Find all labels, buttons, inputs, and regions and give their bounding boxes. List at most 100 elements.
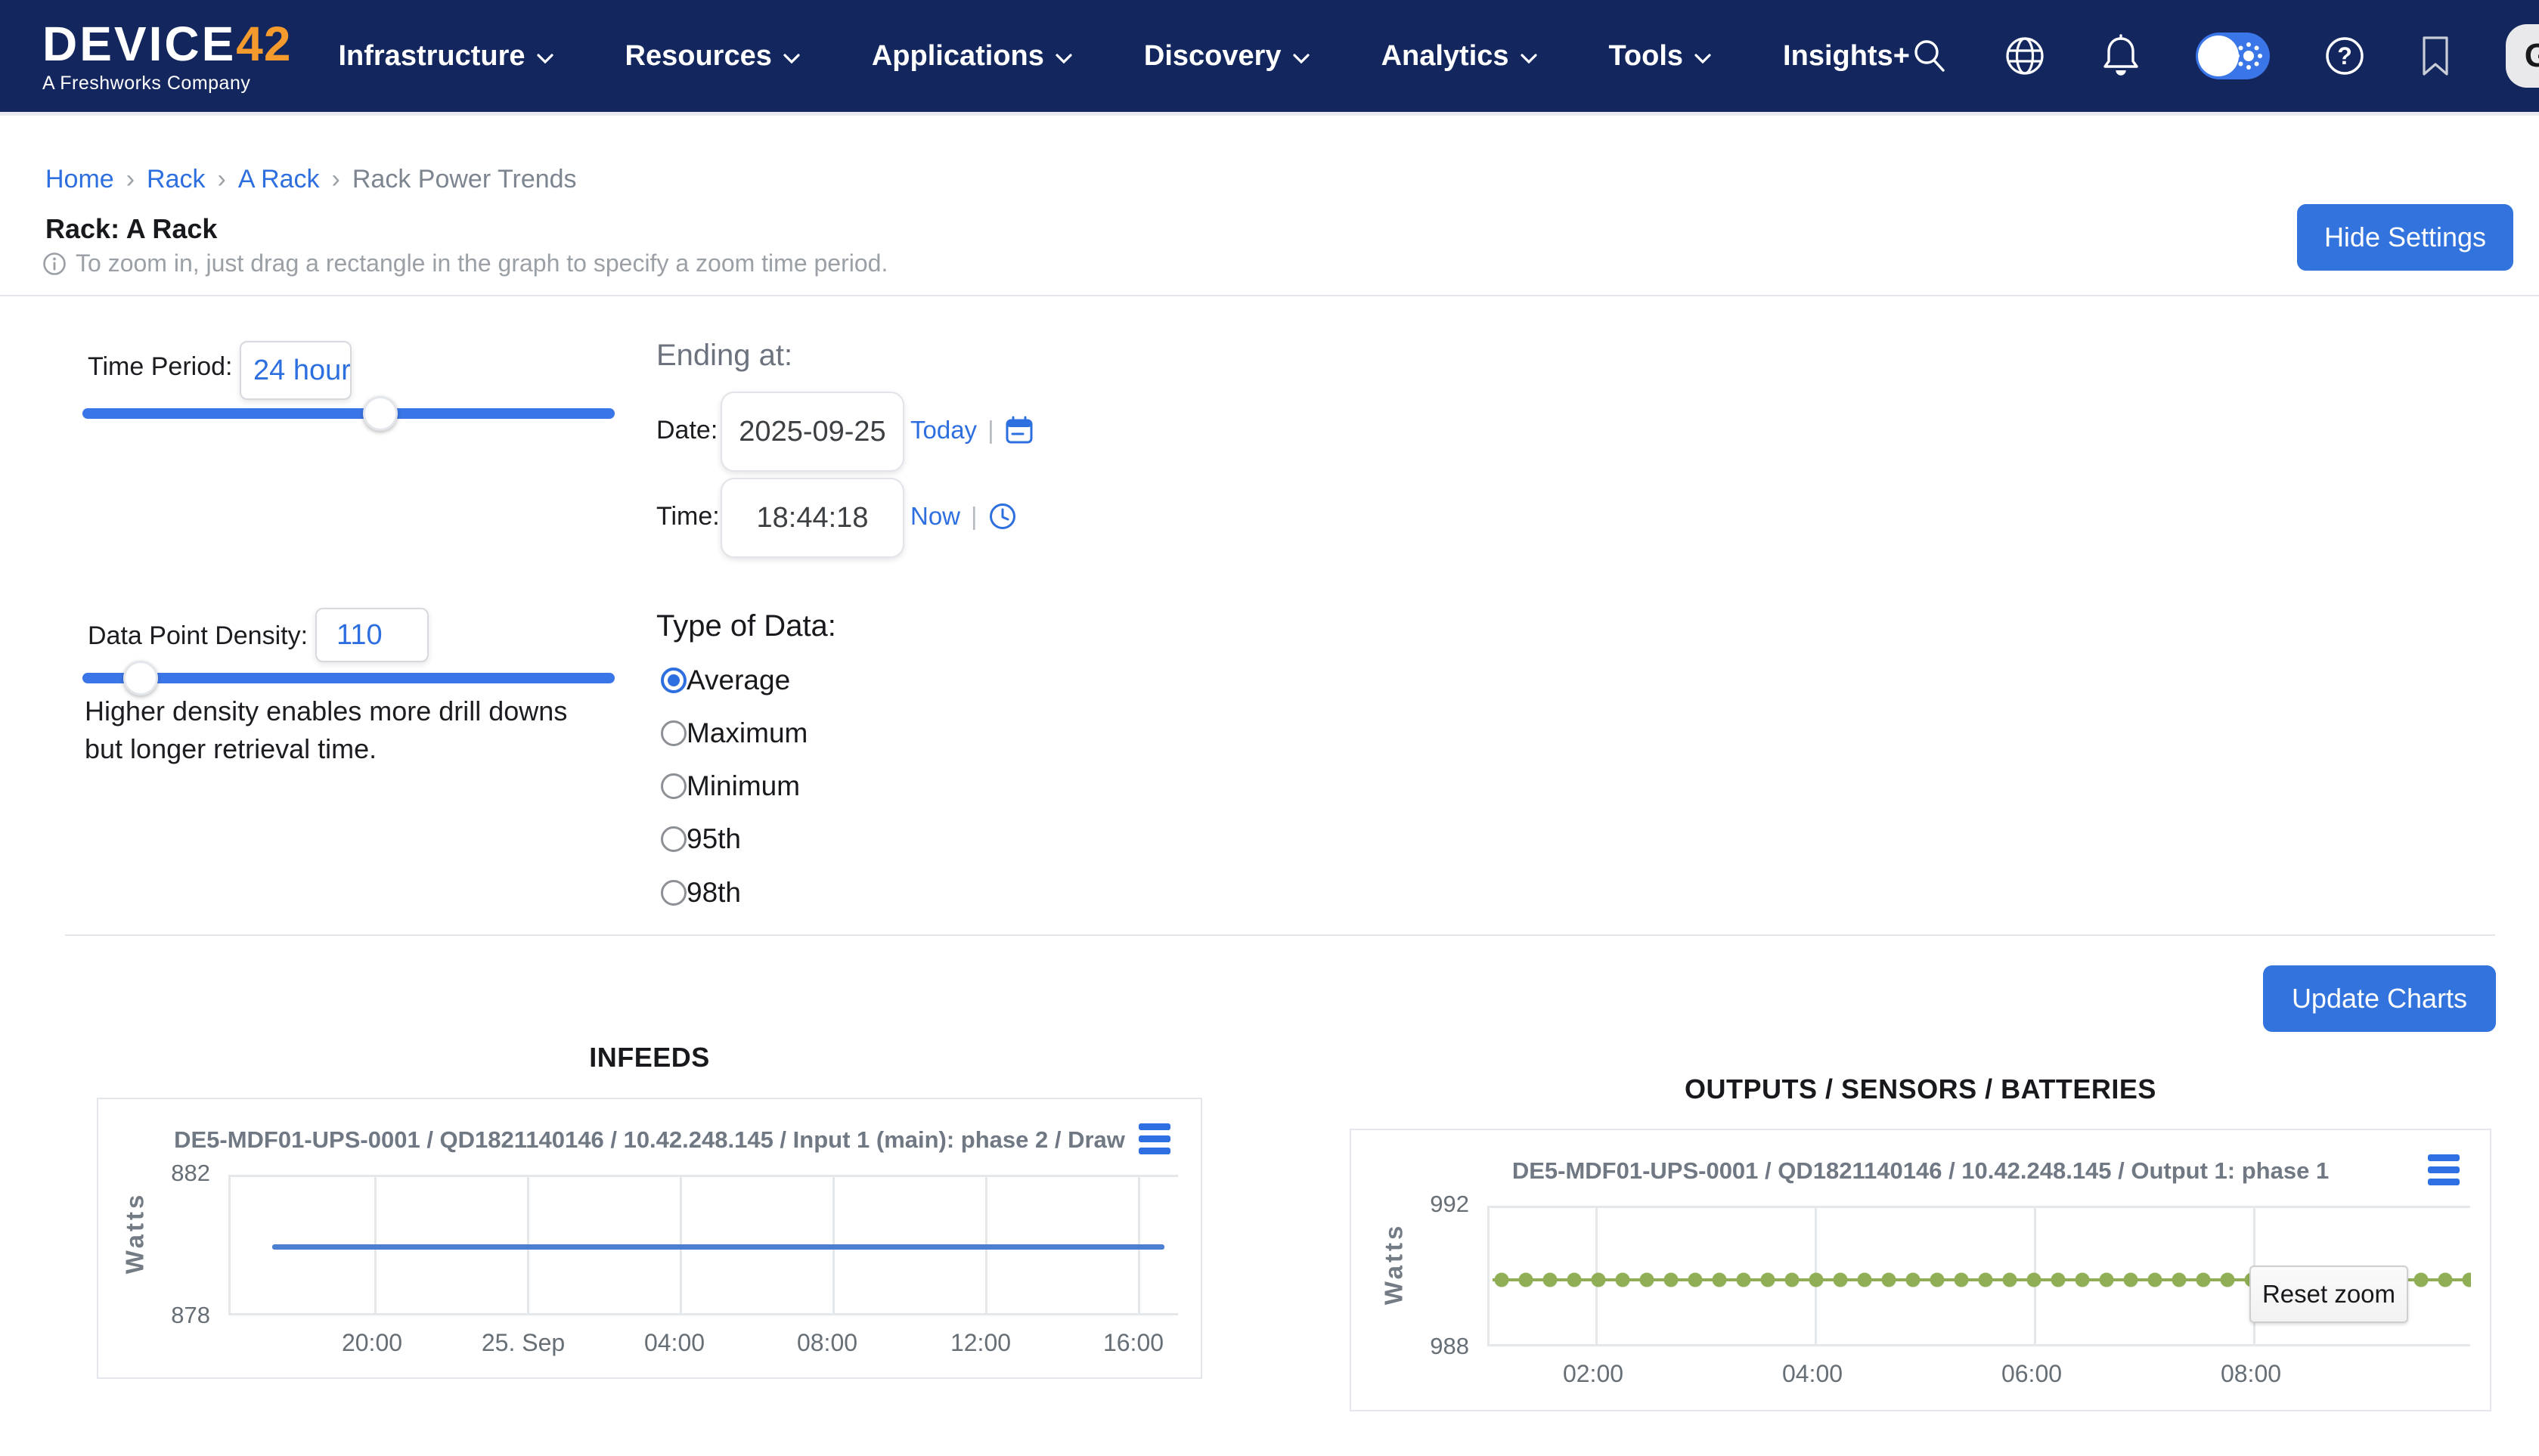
radio-unselected-icon [661,880,687,906]
menu-label: Insights+ [1783,40,1910,73]
help-icon[interactable]: ? [2324,36,2365,76]
logo-42-text: 42 [236,20,291,68]
infeeds-y-tick-bottom: 878 [142,1302,210,1329]
menu-resources[interactable]: Resources [625,40,801,73]
link-divider: | [987,416,994,445]
menu-applications[interactable]: Applications [872,40,1073,73]
menu-label: Applications [872,40,1044,73]
outputs-chart-title: DE5-MDF01-UPS-0001 / QD1821140146 / 10.4… [1351,1157,2490,1185]
outputs-x-tick: 02:00 [1563,1360,1623,1388]
chevron-down-icon [1292,53,1310,64]
bookmark-icon[interactable] [2420,35,2451,77]
radio-maximum[interactable]: Maximum [661,709,808,757]
breadcrumb-separator: › [332,165,340,194]
menu-insights-plus[interactable]: Insights+ [1783,40,1910,73]
sun-icon [2234,41,2264,71]
settings-divider [65,934,2495,936]
radio-label: 98th [687,877,741,909]
theme-toggle[interactable] [2196,33,2270,79]
time-period-label: Time Period: [88,352,232,382]
outputs-x-tick: 04:00 [1782,1360,1843,1388]
date-input[interactable]: 2025-09-25 [721,392,904,472]
breadcrumb-rack[interactable]: Rack [147,165,205,194]
infeeds-chart-title: DE5-MDF01-UPS-0001 / QD1821140146 / 10.4… [98,1126,1201,1154]
menu-label: Infrastructure [338,40,525,73]
radio-unselected-icon [661,720,687,746]
density-slider-thumb[interactable] [123,661,158,695]
radio-selected-icon [661,668,687,693]
infeeds-x-tick: 16:00 [1103,1329,1164,1357]
time-period-slider-thumb[interactable] [363,396,398,431]
radio-98th[interactable]: 98th [661,869,741,917]
type-of-data-heading: Type of Data: [656,609,836,643]
menu-label: Resources [625,40,772,73]
clock-icon[interactable] [988,502,1017,531]
time-period-slider[interactable] [82,408,615,419]
density-slider[interactable] [82,673,615,683]
today-link[interactable]: Today [910,416,977,445]
link-divider: | [971,502,978,531]
infeeds-x-tick: 04:00 [644,1329,705,1357]
time-period-input[interactable]: 24 hours [240,341,352,400]
chevron-down-icon [783,53,801,64]
date-quick-links: Today | [910,416,1034,445]
breadcrumb-separator: › [126,165,135,194]
now-link[interactable]: Now [910,502,960,531]
density-label: Data Point Density: [88,621,308,651]
logo-device-text: DEVICE [42,20,236,68]
radio-label: Average [687,664,790,696]
info-icon [42,252,67,276]
time-quick-links: Now | [910,502,1017,531]
time-label: Time: [656,502,720,531]
breadcrumb-home[interactable]: Home [45,165,114,194]
infeeds-plot-area[interactable] [228,1175,1178,1315]
menu-analytics[interactable]: Analytics [1381,40,1538,73]
user-avatar[interactable]: G [2506,24,2539,88]
radio-average[interactable]: Average [661,656,790,705]
search-icon[interactable] [1910,36,1949,76]
radio-minimum[interactable]: Minimum [661,762,800,810]
chart-menu-icon[interactable] [2428,1154,2460,1191]
outputs-y-tick-bottom: 988 [1401,1333,1469,1360]
infeeds-chart-card[interactable]: DE5-MDF01-UPS-0001 / QD1821140146 / 10.4… [97,1098,1202,1379]
density-help-text: Higher density enables more drill downs … [85,692,599,767]
breadcrumb-current-page: Rack Power Trends [352,165,577,194]
infeeds-y-axis-label: Watts [120,1192,149,1275]
navbar-icons: ? G [1910,24,2539,88]
menu-tools[interactable]: Tools [1609,40,1713,73]
page-title: Rack: A Rack [45,213,217,245]
ending-at-heading: Ending at: [656,339,792,373]
breadcrumb-separator: › [218,165,226,194]
menu-label: Analytics [1381,40,1509,73]
reset-zoom-button[interactable]: Reset zoom [2249,1265,2408,1323]
zoom-hint-text: To zoom in, just drag a rectangle in the… [76,249,888,277]
logo-wordmark: DEVICE 42 [42,20,291,68]
hide-settings-button[interactable]: Hide Settings [2297,204,2513,271]
logo-tagline: A Freshworks Company [42,74,291,93]
chart-menu-icon[interactable] [1139,1123,1170,1160]
time-input[interactable]: 18:44:18 [721,478,904,558]
globe-icon[interactable] [2004,35,2046,77]
breadcrumb: Home › Rack › A Rack › Rack Power Trends [45,165,577,194]
radio-label: Minimum [687,770,800,802]
infeeds-data-line [272,1244,1164,1250]
density-input[interactable]: 110 [315,608,429,662]
device42-logo[interactable]: DEVICE 42 A Freshworks Company [42,20,291,93]
infeeds-y-tick-top: 882 [142,1160,210,1187]
outputs-y-tick-top: 992 [1401,1191,1469,1218]
calendar-icon[interactable] [1005,416,1034,445]
theme-toggle-knob [2198,36,2239,76]
update-charts-button[interactable]: Update Charts [2263,965,2496,1032]
notifications-bell-icon[interactable] [2100,34,2141,78]
menu-discovery[interactable]: Discovery [1144,40,1310,73]
outputs-x-tick: 06:00 [2001,1360,2062,1388]
chevron-down-icon [1694,53,1712,64]
svg-text:?: ? [2337,42,2352,70]
outputs-section-title: OUTPUTS / SENSORS / BATTERIES [1350,1073,2491,1105]
outputs-chart-card[interactable]: DE5-MDF01-UPS-0001 / QD1821140146 / 10.4… [1350,1129,2491,1411]
main-menu: Infrastructure Resources Applications Di… [338,40,1909,73]
menu-infrastructure[interactable]: Infrastructure [338,40,553,73]
radio-95th[interactable]: 95th [661,815,741,863]
menu-label: Tools [1609,40,1684,73]
breadcrumb-a-rack[interactable]: A Rack [238,165,320,194]
